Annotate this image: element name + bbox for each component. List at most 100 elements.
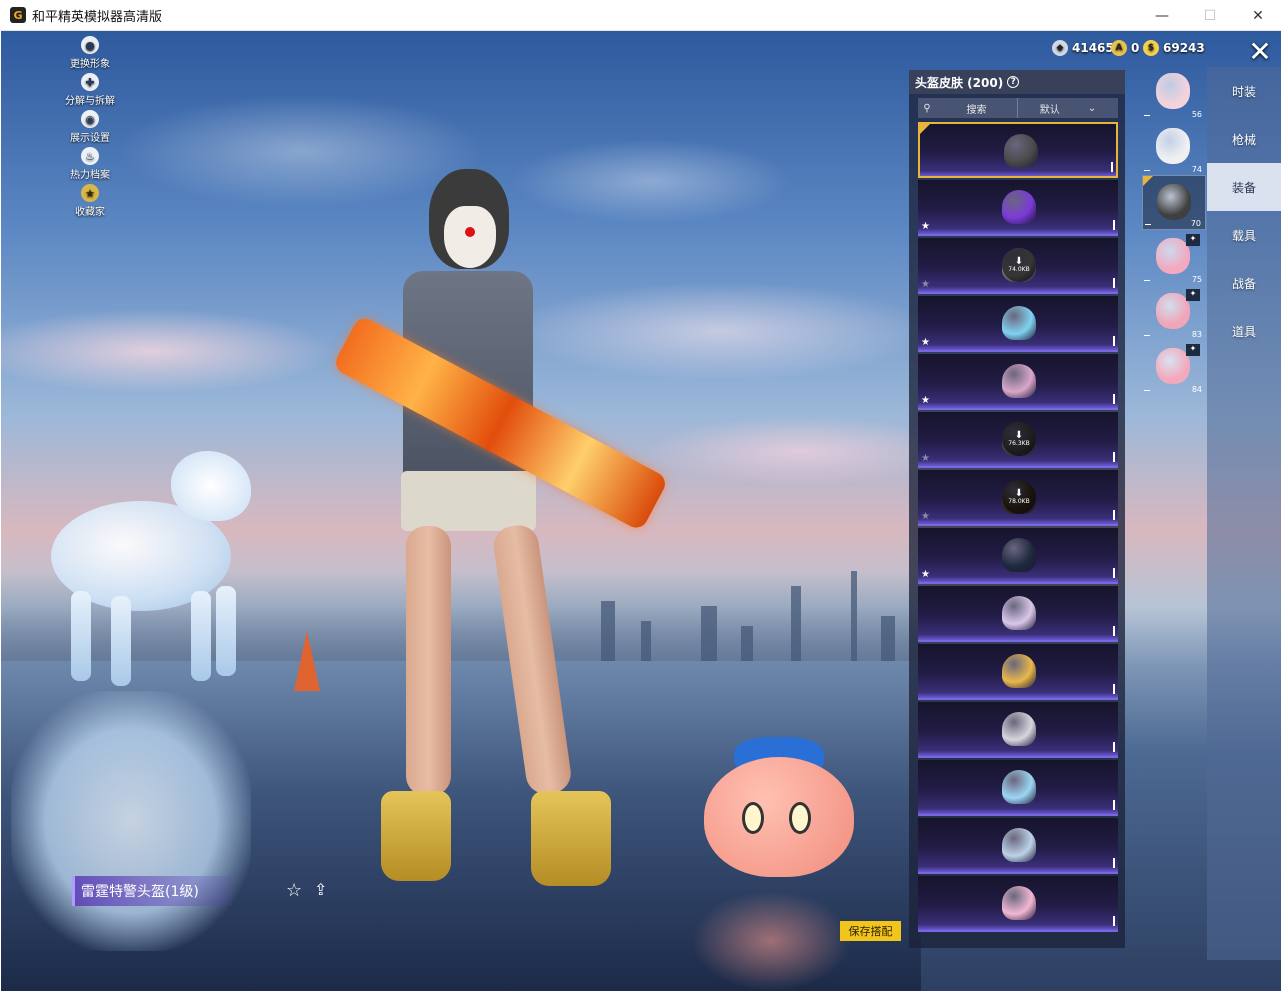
- item-thumbnail-icon: [1156, 293, 1190, 329]
- equipped-thumbnail[interactable]: 70: [1142, 175, 1206, 230]
- skin-card[interactable]: [918, 644, 1118, 700]
- skin-card[interactable]: ★: [918, 528, 1118, 584]
- currency-coins: $ 69243: [1143, 40, 1205, 56]
- app-logo-icon: G: [10, 7, 26, 23]
- side-item-collector[interactable]: ★ 收藏家: [60, 184, 120, 221]
- skin-card[interactable]: [918, 876, 1118, 932]
- special-tag-icon: ✦: [1186, 234, 1200, 246]
- equipped-corner-icon: [920, 124, 930, 134]
- download-size: 76.3KB: [1008, 440, 1030, 447]
- eye-icon: ◉: [81, 110, 99, 128]
- coupon-icon: ◆: [1052, 40, 1068, 56]
- star-icon: ★: [921, 279, 930, 290]
- chevron-down-icon: ⌄: [1087, 102, 1097, 114]
- equipped-thumbnail[interactable]: ✦ 83: [1142, 285, 1206, 340]
- skin-card[interactable]: ★: [918, 296, 1118, 352]
- star-icon: ★: [921, 569, 930, 580]
- category-tabs: 时装 枪械 装备 载具 战备 道具: [1207, 67, 1281, 960]
- category-tab[interactable]: 时装: [1207, 67, 1281, 115]
- skin-card[interactable]: [918, 760, 1118, 816]
- panel-title: 头盔皮肤 (200) ?: [909, 70, 1125, 94]
- clown-mask: [444, 206, 496, 268]
- maximize-button[interactable]: ☐: [1186, 0, 1234, 31]
- download-icon[interactable]: ⬇ 76.3KB: [1002, 422, 1036, 456]
- gold-boot-right: [531, 791, 611, 886]
- ice-wolf-pet: [21, 441, 261, 686]
- star-icon: ★: [921, 511, 930, 522]
- download-icon[interactable]: ⬇ 74.0KB: [1002, 248, 1036, 282]
- favorite-icon[interactable]: ☆: [286, 880, 302, 901]
- window-title: 和平精英模拟器高清版: [32, 9, 163, 25]
- skin-card[interactable]: ★: [918, 354, 1118, 410]
- close-window-button[interactable]: ✕: [1234, 0, 1282, 31]
- item-count: 56: [1191, 110, 1202, 119]
- currency-tokens: A 0: [1111, 40, 1139, 56]
- close-panel-button[interactable]: ✕: [1245, 38, 1275, 68]
- item-count: 74: [1191, 165, 1202, 174]
- item-thumbnail-icon: [1157, 184, 1191, 220]
- star-icon: ★: [921, 221, 930, 232]
- category-tab[interactable]: 战备: [1207, 259, 1281, 307]
- equipped-thumbnail[interactable]: ✦ 84: [1142, 340, 1206, 395]
- helmet-icon: [1002, 538, 1036, 572]
- puzzle-icon: ✚: [81, 73, 99, 91]
- side-item-heat-archive[interactable]: ♨ 热力档案: [60, 147, 120, 184]
- token-icon: A: [1111, 40, 1127, 56]
- currency-coupons: ◆ 41465: [1052, 40, 1114, 56]
- equipped-thumbnail[interactable]: ✦ 75: [1142, 230, 1206, 285]
- item-count: 83: [1191, 330, 1202, 339]
- skin-card[interactable]: [918, 122, 1118, 178]
- filter-row: ⚲ 搜索 默认 ⌄: [918, 98, 1118, 118]
- skin-card[interactable]: ⬇ 74.0KB ★: [918, 238, 1118, 294]
- equipped-thumbnail[interactable]: 56: [1142, 65, 1206, 120]
- flame-icon: ♨: [81, 147, 99, 165]
- category-tab[interactable]: 道具: [1207, 307, 1281, 355]
- person-icon: ●: [81, 36, 99, 54]
- side-item-change-look[interactable]: ● 更换形象: [60, 36, 120, 73]
- category-tab[interactable]: 载具: [1207, 211, 1281, 259]
- item-thumbnail-icon: [1156, 128, 1190, 164]
- helmet-icon: [1002, 596, 1036, 630]
- item-thumbnail-icon: [1156, 348, 1190, 384]
- star-icon: ★: [921, 453, 930, 464]
- star-icon: ★: [921, 337, 930, 348]
- player-character[interactable]: [331, 161, 701, 891]
- helmet-icon: [1002, 712, 1036, 746]
- skin-card[interactable]: [918, 702, 1118, 758]
- octopus-pet: [694, 737, 864, 887]
- helmet-icon: [1002, 770, 1036, 804]
- helmet-icon: [1002, 828, 1036, 862]
- download-icon[interactable]: ⬇ 78.0KB: [1002, 480, 1036, 514]
- equipped-thumbnails: 56 74 70 ✦ 75 ✦ 83 ✦ 84: [1142, 65, 1207, 395]
- skin-card[interactable]: ⬇ 78.0KB ★: [918, 470, 1118, 526]
- category-tab[interactable]: 枪械: [1207, 115, 1281, 163]
- minimize-button[interactable]: —: [1138, 0, 1186, 31]
- item-count: 70: [1190, 219, 1201, 228]
- sort-dropdown[interactable]: 默认 ⌄: [1018, 98, 1118, 118]
- coin-icon: $: [1143, 40, 1159, 56]
- download-size: 78.0KB: [1008, 498, 1030, 505]
- category-tab[interactable]: 装备: [1207, 163, 1281, 211]
- side-item-decompose[interactable]: ✚ 分解与拆解: [60, 73, 120, 110]
- helmet-icon: [1002, 654, 1036, 688]
- skin-card[interactable]: [918, 586, 1118, 642]
- share-icon[interactable]: ⇪: [314, 880, 327, 899]
- helmet-icon: [1002, 364, 1036, 398]
- help-icon[interactable]: ?: [1007, 76, 1020, 88]
- item-count: 84: [1191, 385, 1202, 394]
- equipped-thumbnail[interactable]: 74: [1142, 120, 1206, 175]
- skin-card[interactable]: ⬇ 76.3KB ★: [918, 412, 1118, 468]
- helmet-icon: [1002, 306, 1036, 340]
- skin-list[interactable]: ★ ⬇ 74.0KB ★ ★ ★ ⬇ 76.3KB ★ ⬇ 78.0KB ★ ★: [918, 122, 1118, 946]
- selected-item-name: 雷霆特警头盔(1级): [72, 876, 232, 906]
- collector-badge-icon: ★: [81, 184, 99, 202]
- save-outfit-button[interactable]: 保存搭配: [840, 921, 901, 941]
- skin-card[interactable]: ★: [918, 180, 1118, 236]
- side-item-display-settings[interactable]: ◉ 展示设置: [60, 110, 120, 147]
- helmet-icon: [1002, 886, 1036, 920]
- skin-card[interactable]: [918, 818, 1118, 874]
- search-input[interactable]: ⚲ 搜索: [918, 98, 1018, 118]
- side-menu: ● 更换形象 ✚ 分解与拆解 ◉ 展示设置 ♨ 热力档案 ★ 收藏家: [60, 36, 120, 221]
- item-thumbnail-icon: [1156, 238, 1190, 274]
- shorts: [401, 471, 536, 531]
